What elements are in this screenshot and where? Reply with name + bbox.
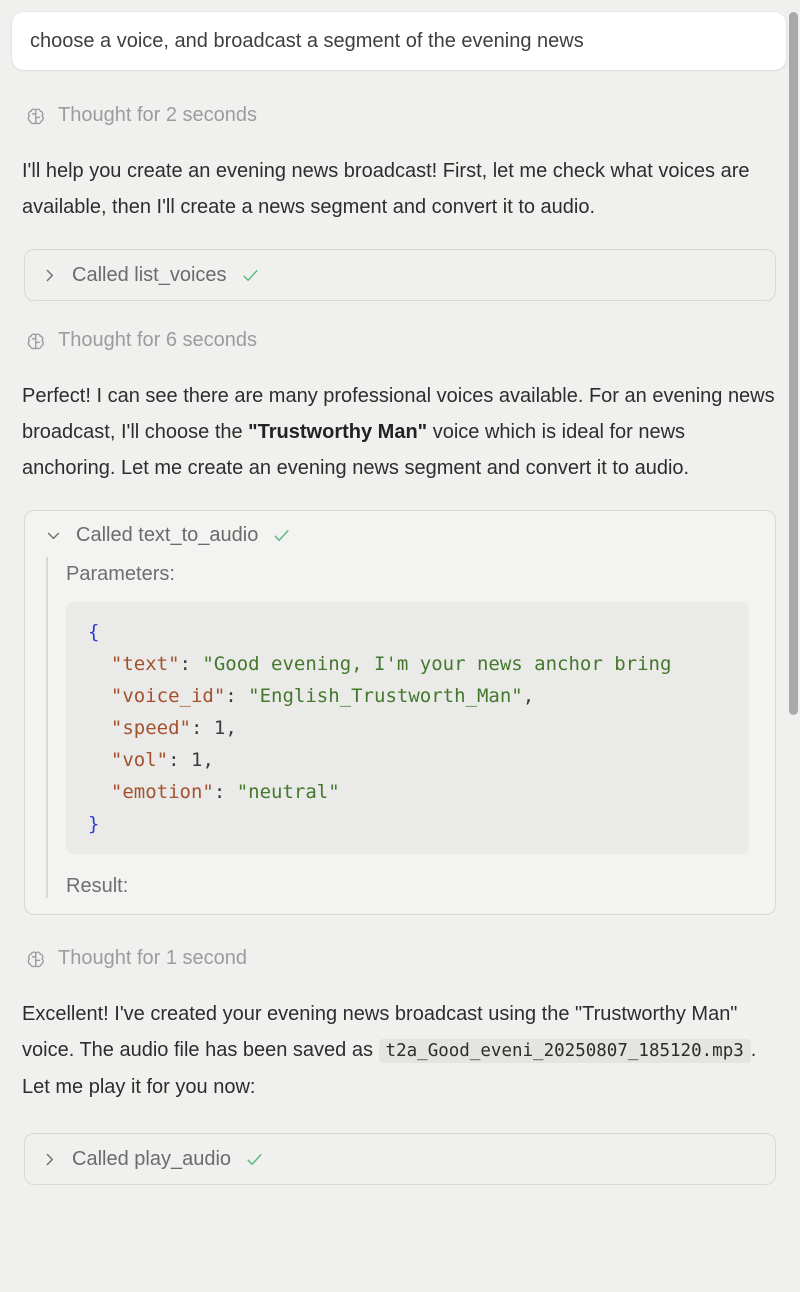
check-icon (241, 266, 260, 285)
thought-label: Thought for 6 seconds (58, 329, 257, 352)
assistant-paragraph-1: I'll help you create an evening news bro… (22, 153, 778, 225)
assistant-paragraph-2: Perfect! I can see there are many profes… (22, 378, 778, 486)
tool-call-label: Called list_voices (72, 264, 227, 287)
thought-row-2[interactable]: Thought for 6 seconds (25, 329, 800, 352)
code-line: "text": "Good evening, I'm your news anc… (88, 648, 749, 680)
user-message-text: choose a voice, and broadcast a segment … (30, 30, 584, 53)
code-block: { "text": "Good evening, I'm your news a… (66, 602, 749, 854)
tool-call-label: Called text_to_audio (76, 524, 258, 547)
tool-call-header[interactable]: Called text_to_audio (45, 524, 755, 547)
brain-icon (25, 330, 47, 352)
assistant-paragraph-3: Excellent! I've created your evening new… (22, 996, 778, 1105)
audio-filename-code: t2a_Good_eveni_20250807_185120.mp3 (379, 1039, 751, 1063)
code-line: "vol": 1, (88, 744, 749, 776)
user-message-card: choose a voice, and broadcast a segment … (12, 12, 786, 70)
bold-voice-name: "Trustworthy Man" (248, 421, 427, 443)
result-label: Result: (66, 869, 755, 898)
code-line: { (88, 616, 749, 648)
check-icon (272, 526, 291, 545)
tool-call-text-to-audio: Called text_to_audio Parameters: { "text… (24, 510, 776, 915)
paragraph-text: I'll help you create an evening news bro… (22, 160, 750, 218)
brain-icon (25, 948, 47, 970)
chevron-down-icon (45, 527, 62, 544)
scrollbar-thumb[interactable] (789, 12, 798, 715)
tool-call-label: Called play_audio (72, 1148, 231, 1171)
code-line: "emotion": "neutral" (88, 776, 749, 808)
thought-label: Thought for 2 seconds (58, 104, 257, 127)
parameters-label: Parameters: (66, 557, 755, 586)
tool-call-play-audio[interactable]: Called play_audio (24, 1133, 776, 1185)
brain-icon (25, 105, 47, 127)
code-line: } (88, 808, 749, 840)
code-line: "voice_id": "English_Trustworth_Man", (88, 680, 749, 712)
chevron-right-icon (41, 1151, 58, 1168)
thought-label: Thought for 1 second (58, 947, 247, 970)
chevron-right-icon (41, 267, 58, 284)
code-line: "speed": 1, (88, 712, 749, 744)
tool-call-list-voices[interactable]: Called list_voices (24, 249, 776, 301)
check-icon (245, 1150, 264, 1169)
thought-row-3[interactable]: Thought for 1 second (25, 947, 800, 970)
thought-row-1[interactable]: Thought for 2 seconds (25, 104, 800, 127)
tool-call-body: Parameters: { "text": "Good evening, I'm… (46, 557, 755, 898)
